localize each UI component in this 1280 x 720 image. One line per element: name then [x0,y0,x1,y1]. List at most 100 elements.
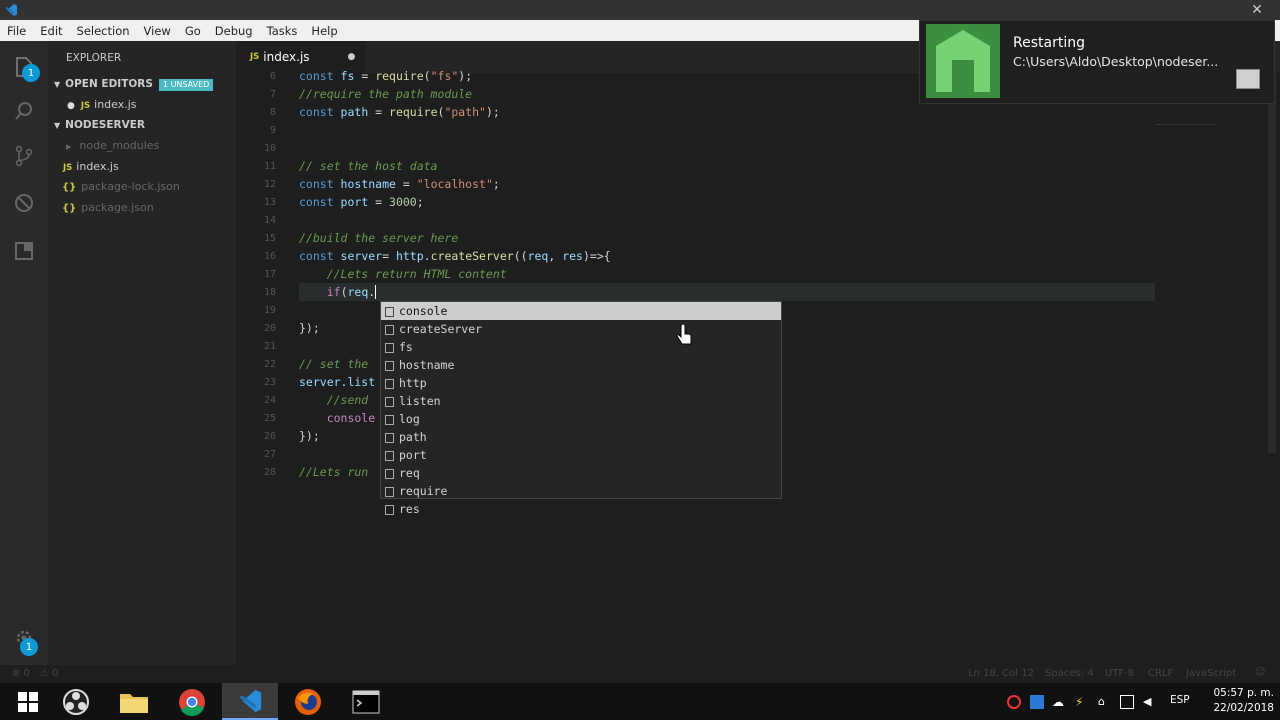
suggestion-item[interactable]: http [381,374,781,392]
folder-node-modules[interactable]: ▶ node_modules [48,136,236,156]
line-number: 9 [269,125,276,136]
debug-icon[interactable] [12,191,36,215]
taskbar-obs[interactable] [48,683,104,720]
menu-debug[interactable]: Debug [208,24,260,38]
symbol-icon [385,414,394,425]
menu-file[interactable]: File [0,24,33,38]
json-file-icon: {} [62,182,77,193]
tray-app-icon[interactable] [1030,695,1044,709]
symbol-icon [385,378,394,389]
suggestion-item[interactable]: res [381,500,781,518]
vscode-logo-icon [5,4,17,16]
command-prompt-icon [352,690,380,713]
language-mode[interactable]: JavaScript [1186,668,1236,679]
code-line: server.list [299,375,376,389]
taskbar-vscode[interactable] [222,683,278,720]
warnings-count[interactable]: ⚠ 0 [40,668,59,679]
system-clock[interactable]: 05:57 p. m. 22/02/2018 [1213,686,1274,716]
suggestion-item[interactable]: require [381,482,781,500]
code-line: console [299,411,376,425]
network-icon[interactable]: ⌂ [1098,695,1112,709]
suggestion-item[interactable]: fs [381,338,781,356]
suggestion-item[interactable]: createServer [381,320,781,338]
unsaved-badge: 1 UNSAVED [158,79,214,91]
suggestion-item[interactable]: req [381,464,781,482]
message-icon[interactable] [1120,695,1134,709]
settings-badge: 1 [20,638,38,656]
code-line: //Lets run [299,465,369,479]
bolt-icon[interactable]: ⚡ [1075,695,1089,709]
windows-taskbar: ☁ ⚡ ⌂ ◀ ESP 05:57 p. m. 22/02/2018 [0,683,1280,720]
end-of-line[interactable]: CRLF [1148,668,1173,679]
file-index-js[interactable]: JS index.js [48,157,236,177]
file-package-json[interactable]: {} package.json [48,198,236,218]
symbol-icon [385,432,394,443]
folder-icon [120,693,148,713]
source-control-icon[interactable] [12,144,36,168]
symbol-icon [385,360,394,371]
taskbar-cmd[interactable] [338,683,394,720]
extensions-icon[interactable] [12,239,36,263]
taskbar-file-explorer[interactable] [106,683,162,720]
tray-app-icon[interactable] [1007,695,1021,709]
menu-go[interactable]: Go [178,24,208,38]
line-number: 7 [269,89,276,100]
menu-edit[interactable]: Edit [33,24,69,38]
file-label: package.json [81,201,154,214]
unsaved-dot-icon[interactable]: ● [348,52,356,62]
volume-icon[interactable]: ◀ [1143,695,1157,709]
line-number: 27 [263,449,276,460]
code-line-active: if(req. [299,285,384,299]
cloud-icon[interactable]: ☁ [1052,695,1066,709]
line-number: 23 [263,377,276,388]
feedback-smiley-icon[interactable]: ☺ [1255,667,1265,678]
close-window-button[interactable]: ✕ [1234,0,1280,20]
nodemon-logo-icon [926,24,1000,98]
menu-view[interactable]: View [137,24,178,38]
explorer-title: EXPLORER [66,52,122,64]
code-line: const server= http.createServer((req, re… [299,249,611,263]
suggestion-item[interactable]: console [381,302,781,320]
suggestion-item[interactable]: port [381,446,781,464]
line-number: 14 [263,215,276,226]
status-bar: ⊗ 0 ⚠ 0 Ln 18, Col 12 Spaces: 4 UTF-8 CR… [0,665,1280,683]
dirty-dot-icon: ● [67,101,75,111]
line-number: 12 [263,179,276,190]
notification-title: Restarting [1013,35,1085,51]
project-header[interactable]: ▼ NODESERVER [48,115,236,135]
language-indicator[interactable]: ESP [1170,694,1190,706]
symbol-icon [385,306,394,317]
file-package-lock-json[interactable]: {} package-lock.json [48,177,236,197]
cursor-position[interactable]: Ln 18, Col 12 [968,668,1034,679]
tab-label: index.js [263,50,310,64]
restart-notification[interactable]: Restarting C:\Users\Aldo\Desktop\nodeser… [919,20,1275,104]
open-editor-index-js[interactable]: ● JS index.js [48,95,236,115]
minimap[interactable] [1156,103,1216,125]
encoding[interactable]: UTF-8 [1105,668,1134,679]
errors-count[interactable]: ⊗ 0 [12,668,30,679]
search-icon[interactable] [12,99,36,123]
open-editors-header[interactable]: ▼ OPEN EDITORS 1 UNSAVED [48,74,236,94]
suggestion-item[interactable]: log [381,410,781,428]
suggestion-item[interactable]: path [381,428,781,446]
symbol-icon [385,486,394,497]
js-file-icon: JS [63,163,73,173]
taskbar-firefox[interactable] [280,683,336,720]
line-number: 24 [263,395,276,406]
clock-date: 22/02/2018 [1213,702,1274,714]
suggestion-item[interactable]: hostname [381,356,781,374]
hand-cursor-icon [676,324,692,345]
menu-help[interactable]: Help [304,24,344,38]
code-line: //send [299,393,369,407]
suggestion-item[interactable]: listen [381,392,781,410]
chevron-down-icon: ▼ [54,80,61,89]
code-editor[interactable]: 6 const fs = require("fs"); 7 //require … [236,69,1280,665]
line-number: 17 [263,269,276,280]
taskbar-chrome[interactable] [164,683,220,720]
chevron-down-icon: ▼ [54,121,61,130]
indent-spaces[interactable]: Spaces: 4 [1045,668,1094,679]
vertical-scrollbar[interactable] [1268,73,1276,453]
line-number: 18 [263,287,276,298]
menu-selection[interactable]: Selection [70,24,137,38]
menu-tasks[interactable]: Tasks [260,24,305,38]
